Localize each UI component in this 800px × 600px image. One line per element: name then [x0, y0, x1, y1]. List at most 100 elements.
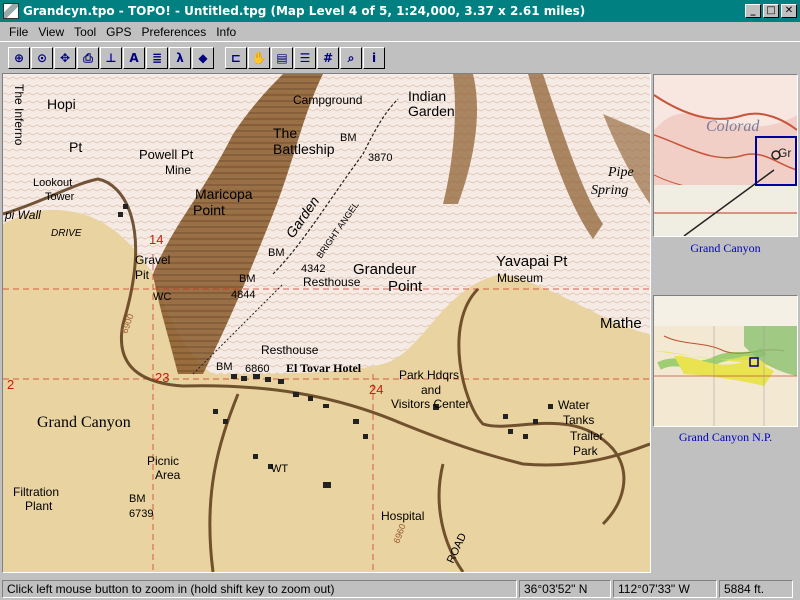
label-resthouse-2: Resthouse — [261, 343, 319, 357]
pan-icon[interactable]: ✥ — [54, 46, 76, 69]
label-tanks: Tanks — [563, 413, 594, 427]
overview-map-park[interactable] — [653, 295, 798, 427]
menu-preferences[interactable]: Preferences — [137, 25, 212, 39]
label-section-23: 23 — [155, 370, 169, 385]
label-water: Water — [558, 398, 590, 412]
label-and: and — [421, 383, 441, 397]
overview-gr-label: Gr — [778, 146, 791, 160]
label-section-14: 14 — [149, 232, 163, 247]
label-el-tovar-hotel: El Tovar Hotel — [286, 361, 362, 375]
maximize-button[interactable]: □ — [763, 4, 779, 18]
notes-icon[interactable]: ≣ — [146, 46, 168, 69]
label-area: Area — [155, 468, 181, 482]
text-tool-icon[interactable]: A — [123, 46, 145, 69]
label-drive: DRIVE — [51, 228, 82, 239]
open-folder-icon[interactable]: ⊏ — [225, 46, 247, 69]
label-4844: 4844 — [231, 289, 255, 301]
label-yavapai-pt: Yavapai Pt — [496, 253, 568, 270]
label-6739: 6739 — [129, 508, 153, 520]
close-button[interactable]: ✕ — [781, 4, 797, 18]
hiker-icon[interactable]: λ — [169, 46, 191, 69]
label-picnic: Picnic — [147, 454, 179, 468]
grid-icon[interactable]: # — [317, 46, 339, 69]
label-the: The — [273, 125, 297, 141]
layers-icon[interactable]: ▤ — [271, 46, 293, 69]
label-hospital: Hospital — [381, 509, 424, 523]
label-tower: Tower — [45, 191, 75, 203]
status-message: Click left mouse button to zoom in (hold… — [2, 579, 517, 598]
label-bm-4844-top: BM — [268, 247, 285, 259]
label-trailer: Trailer — [570, 429, 604, 443]
label-battleship: Battleship — [273, 141, 335, 157]
label-plant: Plant — [25, 499, 53, 513]
print-icon[interactable]: ⎙ — [77, 46, 99, 69]
menu-tool[interactable]: Tool — [69, 25, 101, 39]
window-title: Grandcyn.tpo - TOPO! - Untitled.tpg (Map… — [23, 4, 586, 18]
label-section-2: 2 — [7, 377, 14, 392]
label-campground: Campground — [293, 93, 362, 107]
label-6860: 6860 — [245, 363, 269, 375]
label-bm-4844: BM — [239, 273, 256, 285]
crosshair-icon[interactable]: ⊙ — [31, 46, 53, 69]
menu-view[interactable]: View — [33, 25, 69, 39]
overview-map-detail[interactable]: Colorad Gr — [653, 74, 798, 237]
label-spring: Spring — [591, 183, 628, 198]
label-indian: Indian — [408, 88, 446, 104]
label-mather: Mathe — [600, 315, 642, 332]
menu-info[interactable]: Info — [211, 25, 241, 39]
label-pi-wall: pi Wall — [4, 208, 41, 222]
topo-map[interactable]: The Inferno Hopi Pt Lookout Tower Powell… — [2, 73, 651, 573]
label-grandeur-point: Point — [388, 278, 423, 295]
info-icon[interactable]: i — [363, 46, 385, 69]
status-elevation: 5884 ft. — [719, 579, 793, 598]
label-wc: WC — [153, 291, 171, 303]
status-longitude: 112°07'33" W — [613, 579, 717, 598]
label-bm-6739: BM — [129, 493, 146, 505]
topo-map-canvas[interactable]: The Inferno Hopi Pt Lookout Tower Powell… — [3, 74, 650, 572]
label-maricopa: Maricopa — [195, 186, 253, 202]
overview-panel: Colorad Gr Grand Canyon Grand Canyon N.P… — [652, 73, 799, 573]
pushpin-icon[interactable]: ⊥ — [100, 46, 122, 69]
label-park-hdqrs: Park Hdqrs — [399, 368, 459, 382]
status-latitude: 36°03'52" N — [519, 579, 611, 598]
menu-gps[interactable]: GPS — [101, 25, 136, 39]
overview-caption-bottom: Grand Canyon N.P. — [678, 430, 773, 444]
label-bm-3870: BM — [340, 132, 357, 144]
label-pipe: Pipe — [607, 165, 634, 180]
label-powell-pt: Powell Pt — [139, 147, 194, 162]
label-museum: Museum — [497, 271, 543, 285]
label-indian-garden: Garden — [408, 103, 455, 119]
label-wt: WT — [271, 463, 288, 475]
label-grand-canyon: Grand Canyon — [37, 414, 131, 431]
label-gravel-pit: Pit — [135, 268, 150, 282]
toolbar: ⊕ ⊙ ✥ ⎙ ⊥ A ≣ λ ◆ ⊏ ✋ ▤ ☰ # ⌕ i — [0, 41, 800, 73]
magnifier-icon[interactable]: ⌕ — [340, 46, 362, 69]
overview-colorado-label: Colorad — [706, 118, 760, 135]
status-bar: Click left mouse button to zoom in (hold… — [0, 577, 800, 600]
app-icon[interactable] — [3, 3, 19, 19]
list-icon[interactable]: ☰ — [294, 46, 316, 69]
label-section-24: 24 — [369, 382, 383, 397]
minimize-button[interactable]: _ — [745, 4, 761, 18]
label-4342: 4342 — [301, 263, 325, 275]
label-filtration: Filtration — [13, 485, 59, 499]
label-grandeur: Grandeur — [353, 261, 416, 278]
overview-caption-top: Grand Canyon — [690, 241, 761, 255]
menu-file[interactable]: File — [4, 25, 33, 39]
label-park: Park — [573, 444, 599, 458]
label-gravel: Gravel — [135, 253, 170, 267]
menu-bar: File View Tool GPS Preferences Info — [0, 22, 800, 41]
label-hopi-pt: Pt — [69, 139, 82, 155]
label-maricopa-point: Point — [193, 202, 225, 218]
label-bm-6860: BM — [216, 361, 233, 373]
title-bar: Grandcyn.tpo - TOPO! - Untitled.tpg (Map… — [0, 0, 800, 22]
label-mine: Mine — [165, 163, 191, 177]
label-the-inferno: The Inferno — [12, 84, 26, 146]
label-lookout: Lookout — [33, 177, 72, 189]
zoom-in-icon[interactable]: ⊕ — [8, 46, 30, 69]
label-hopi: Hopi — [47, 96, 76, 112]
hand-icon[interactable]: ✋ — [248, 46, 270, 69]
label-visitors-center: Visitors Center — [391, 397, 469, 411]
waypoint-icon[interactable]: ◆ — [192, 46, 214, 69]
label-3870: 3870 — [368, 152, 392, 164]
